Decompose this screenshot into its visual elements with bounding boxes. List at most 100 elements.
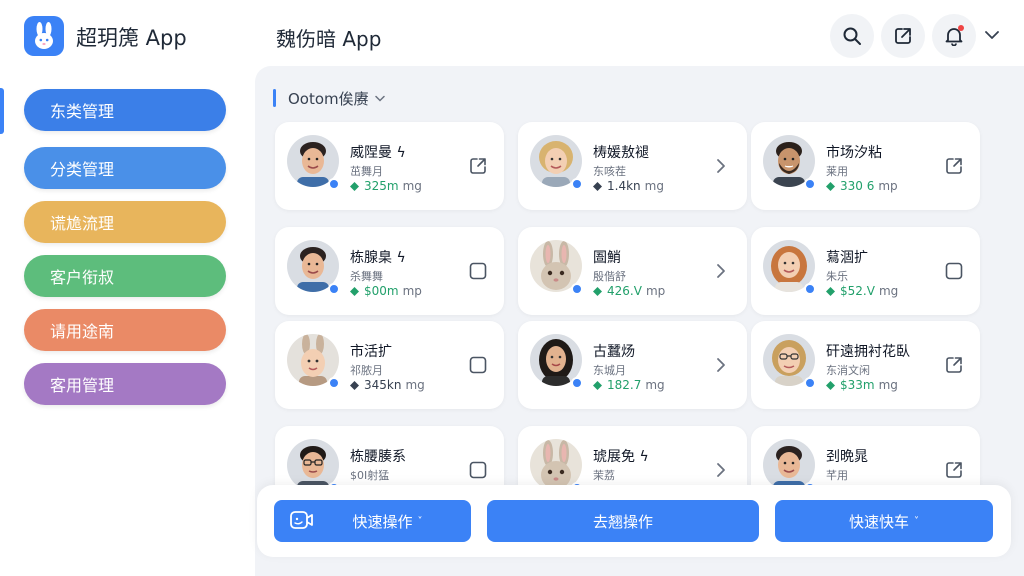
card-subtitle: 东消文闲 xyxy=(826,364,870,377)
secondary-action-button[interactable]: 去翘操作 xyxy=(487,500,759,542)
chevron-right-icon[interactable] xyxy=(711,355,731,375)
card-subtitle: 杀舞舞 xyxy=(350,270,383,283)
diamond-icon xyxy=(593,181,602,191)
notification-dot xyxy=(958,25,964,31)
online-status-dot xyxy=(571,178,583,190)
card-stat-value: 325m xyxy=(364,179,399,193)
sidebar-item-1[interactable]: 东类管理 xyxy=(24,89,226,131)
online-status-dot xyxy=(328,178,340,190)
user-card[interactable]: 市活扩 祁脓月 345kn mg xyxy=(275,321,504,409)
diamond-icon xyxy=(826,380,835,390)
search-button[interactable] xyxy=(830,14,874,58)
share-icon xyxy=(895,28,911,44)
card-stat-unit: mg xyxy=(878,284,899,298)
card-stat-value: 1.4kn xyxy=(607,179,641,193)
notifications-button[interactable] xyxy=(932,14,976,58)
checkbox-icon[interactable] xyxy=(944,261,964,281)
card-stat: $00m mp xyxy=(350,284,422,298)
checkbox-icon[interactable] xyxy=(468,261,488,281)
card-stat: $52.V mg xyxy=(826,284,898,298)
external-link-icon[interactable] xyxy=(944,460,964,480)
chevron-right-icon[interactable] xyxy=(711,156,731,176)
chevron-right-icon[interactable] xyxy=(711,460,731,480)
card-stat-value: 345kn xyxy=(364,378,402,392)
online-status-dot xyxy=(804,377,816,389)
sidebar-item-6[interactable]: 客用管理 xyxy=(24,363,226,405)
sidebar-item-2[interactable]: 分类管理 xyxy=(24,147,226,189)
quick-action-label: 快速操作 xyxy=(352,512,413,531)
sidebar-item-label: 东类管理 xyxy=(50,102,115,121)
caret-down-icon: ˅ xyxy=(914,515,919,527)
card-stat-value: $00m xyxy=(364,284,399,298)
card-stat: 330 6 mp xyxy=(826,179,898,193)
user-card[interactable]: 栋腺臬 ϟ 杀舞舞 $00m mp xyxy=(275,227,504,315)
card-stat: 325m mg xyxy=(350,179,422,193)
checkbox-icon[interactable] xyxy=(468,460,488,480)
card-stat: 1.4kn mg xyxy=(593,179,664,193)
diamond-icon xyxy=(593,380,602,390)
app-title: 超玥箎 App xyxy=(76,26,187,50)
chevron-down-icon xyxy=(374,95,385,102)
card-subtitle: 东城月 xyxy=(593,364,626,377)
search-icon xyxy=(843,27,861,45)
card-name: 威陧曼 ϟ xyxy=(350,145,406,161)
user-card[interactable]: 市场汐粘莱用 330 6 mp xyxy=(751,122,980,210)
card-subtitle: 莱用 xyxy=(826,165,848,178)
card-stat-unit: mg xyxy=(878,378,898,392)
external-link-icon[interactable] xyxy=(944,156,964,176)
diamond-icon xyxy=(350,380,359,390)
card-stat-unit: mg xyxy=(402,179,422,193)
sidebar-item-4[interactable]: 客户衔叔 xyxy=(24,255,226,297)
checkbox-icon[interactable] xyxy=(468,355,488,375)
card-stat-unit: mg xyxy=(405,378,425,392)
card-stat-value: 330 6 xyxy=(840,179,875,193)
sidebar-item-5[interactable]: 请用途南 xyxy=(24,309,226,351)
card-name: 市活扩 xyxy=(350,344,392,360)
sidebar-item-label: 客用管理 xyxy=(50,376,115,395)
sidebar-item-3[interactable]: 谎尯流理 xyxy=(24,201,226,243)
chevron-right-icon[interactable] xyxy=(711,261,731,281)
filter-dropdown[interactable]: Ootom俟赓 xyxy=(273,88,385,108)
user-card[interactable]: 矸遠拥衬花臥 东消文闲 $33m mg xyxy=(751,321,980,409)
external-link-icon[interactable] xyxy=(468,156,488,176)
diamond-icon xyxy=(350,181,359,191)
page-title: 魏伤暗 App xyxy=(276,27,382,51)
card-subtitle: 朱乐 xyxy=(826,270,848,283)
rabbit-icon xyxy=(35,22,53,49)
card-subtitle: 茁舞月 xyxy=(350,165,383,178)
card-name: 栋腺臬 ϟ xyxy=(350,250,406,266)
share-button[interactable] xyxy=(881,14,925,58)
card-stat-unit: mg xyxy=(645,378,665,392)
user-card[interactable]: 圄鮹 殷偕舒 426.V mp xyxy=(518,227,747,315)
card-stat-value: 426.V xyxy=(607,284,642,298)
card-name: 市场汐粘 xyxy=(826,145,882,161)
quick-vehicle-button[interactable]: 快速快车 ˅ xyxy=(775,500,993,542)
card-stat: $33m mg xyxy=(826,378,898,392)
user-card[interactable]: 威陧曼 ϟ 茁舞月 325m mg xyxy=(275,122,504,210)
video-icon xyxy=(290,511,313,529)
card-stat-unit: mg xyxy=(644,179,664,193)
account-menu-toggle[interactable] xyxy=(982,25,1002,45)
diamond-icon xyxy=(350,286,359,296)
external-link-icon[interactable] xyxy=(944,355,964,375)
card-name: 圄鮹 xyxy=(593,250,621,266)
card-subtitle: 东咳茬 xyxy=(593,165,626,178)
card-stat-unit: mp xyxy=(878,179,898,193)
sidebar-item-label: 谎尯流理 xyxy=(50,214,115,233)
online-status-dot xyxy=(804,283,816,295)
online-status-dot xyxy=(328,283,340,295)
quick-action-button[interactable]: 快速操作 ˅ xyxy=(274,500,471,542)
user-card[interactable]: 蕮涸扩 朱乐 $52.V mg xyxy=(751,227,980,315)
card-stat-unit: mp xyxy=(402,284,422,298)
diamond-icon xyxy=(826,286,835,296)
sidebar-active-indicator xyxy=(0,88,4,134)
card-stat-value: $52.V xyxy=(840,284,875,298)
app-logo[interactable] xyxy=(24,16,64,56)
card-subtitle: $0I射猛 xyxy=(350,469,390,482)
user-card[interactable]: 古蠶炀 东城月 182.7 mg xyxy=(518,321,747,409)
card-name: 古蠶炀 xyxy=(593,344,635,360)
card-stat-value: $33m xyxy=(840,378,875,392)
user-card[interactable]: 梼媛敖褪 东咳茬 1.4kn mg xyxy=(518,122,747,210)
sidebar-item-label: 分类管理 xyxy=(50,160,115,179)
online-status-dot xyxy=(571,283,583,295)
